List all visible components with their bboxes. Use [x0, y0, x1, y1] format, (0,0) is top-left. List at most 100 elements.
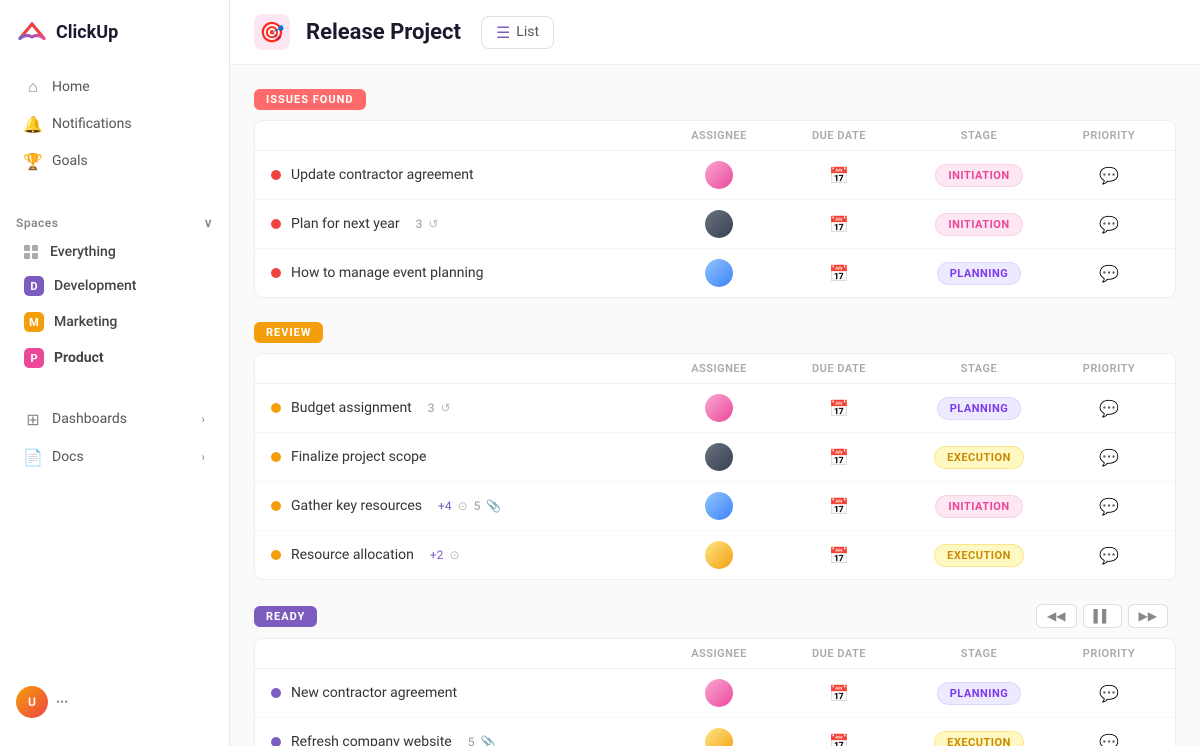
due-date-cell[interactable]: 📅 — [779, 399, 899, 418]
priority-cell[interactable]: 💬 — [1059, 215, 1159, 234]
due-date-cell[interactable]: 📅 — [779, 448, 899, 467]
priority-cell[interactable]: 💬 — [1059, 448, 1159, 467]
home-icon: ⌂ — [24, 78, 42, 96]
clickup-logo-icon — [16, 16, 48, 48]
sidebar-item-everything[interactable]: Everything — [8, 237, 221, 267]
col-due-1: DUE DATE — [779, 129, 899, 142]
assignee-cell — [659, 210, 779, 238]
due-date-cell[interactable]: 📅 — [779, 215, 899, 234]
due-date-cell[interactable]: 📅 — [779, 497, 899, 516]
sidebar-item-product[interactable]: P Product — [8, 341, 221, 375]
task-name[interactable]: How to manage event planning — [291, 265, 483, 281]
task-status-dot — [271, 737, 281, 746]
table-row: Update contractor agreement 📅 INITIATION… — [255, 151, 1175, 200]
nav-notifications-label: Notifications — [52, 116, 132, 132]
extra-count: +2 — [430, 548, 444, 562]
assignee-cell — [659, 161, 779, 189]
sidebar-item-marketing[interactable]: M Marketing — [8, 305, 221, 339]
task-name[interactable]: Finalize project scope — [291, 449, 426, 465]
spaces-header: Spaces ∨ — [0, 204, 229, 236]
ready-badge: READY — [254, 606, 317, 627]
task-status-dot — [271, 501, 281, 511]
task-name[interactable]: Update contractor agreement — [291, 167, 474, 183]
toolbar-btn-1[interactable]: ◀◀ — [1036, 604, 1076, 628]
col-name-spacer — [271, 362, 659, 375]
due-date-cell[interactable]: 📅 — [779, 684, 899, 703]
issues-col-headers: ASSIGNEE DUE DATE STAGE PRIORITY — [255, 121, 1175, 151]
task-name[interactable]: Refresh company website — [291, 734, 452, 746]
task-name[interactable]: Gather key resources — [291, 498, 422, 514]
avatar — [705, 492, 733, 520]
nav-notifications[interactable]: 🔔 Notifications — [8, 106, 221, 142]
user-avatar[interactable]: U — [16, 686, 48, 718]
task-status-dot — [271, 170, 281, 180]
due-date-cell[interactable]: 📅 — [779, 733, 899, 746]
review-badge: REVIEW — [254, 322, 323, 343]
assignee-cell — [659, 443, 779, 471]
col-assignee-1: ASSIGNEE — [659, 129, 779, 142]
section-ready-header: READY ◀◀ ▌▌ ▶▶ — [254, 604, 1176, 628]
stage-badge: EXECUTION — [934, 446, 1024, 469]
nav-home[interactable]: ⌂ Home — [8, 69, 221, 105]
section-ready: READY ◀◀ ▌▌ ▶▶ ASSIGNEE DUE DATE STAGE P… — [254, 604, 1176, 746]
task-name[interactable]: New contractor agreement — [291, 685, 457, 701]
stage-cell: EXECUTION — [899, 731, 1059, 746]
assignee-cell — [659, 492, 779, 520]
paperclip-icon: 📎 — [486, 499, 501, 513]
priority-cell[interactable]: 💬 — [1059, 497, 1159, 516]
view-selector[interactable]: ☰ List — [481, 16, 554, 49]
issues-badge: ISSUES FOUND — [254, 89, 366, 110]
stage-badge: PLANNING — [937, 397, 1022, 420]
sidebar-bottom: U ••• — [0, 674, 229, 730]
priority-cell[interactable]: 💬 — [1059, 166, 1159, 185]
avatar — [705, 394, 733, 422]
priority-cell[interactable]: 💬 — [1059, 684, 1159, 703]
table-row: Plan for next year 3 ↺ 📅 INITIATION 💬 — [255, 200, 1175, 249]
sidebar-item-development[interactable]: D Development — [8, 269, 221, 303]
priority-cell[interactable]: 💬 — [1059, 264, 1159, 283]
due-date-cell[interactable]: 📅 — [779, 166, 899, 185]
nav-goals[interactable]: 🏆 Goals — [8, 143, 221, 179]
due-date-cell[interactable]: 📅 — [779, 264, 899, 283]
task-status-dot — [271, 403, 281, 413]
main-nav: ⌂ Home 🔔 Notifications 🏆 Goals — [0, 68, 229, 180]
assignee-cell — [659, 541, 779, 569]
stage-badge: EXECUTION — [934, 544, 1024, 567]
attach-count: 5 — [468, 735, 475, 746]
sidebar-item-development-label: Development — [54, 278, 136, 294]
col-priority-3: PRIORITY — [1059, 647, 1159, 660]
col-stage-2: STAGE — [899, 362, 1059, 375]
col-name-spacer — [271, 647, 659, 660]
stage-badge: INITIATION — [935, 213, 1022, 236]
toolbar-btn-3[interactable]: ▶▶ — [1128, 604, 1168, 628]
toolbar-btn-2[interactable]: ▌▌ — [1083, 604, 1122, 628]
page-header: 🎯 Release Project ☰ List — [230, 0, 1200, 65]
avatar — [705, 541, 733, 569]
task-status-dot — [271, 268, 281, 278]
nav-docs[interactable]: 📄 Docs › — [8, 439, 221, 475]
issues-table: ASSIGNEE DUE DATE STAGE PRIORITY Update … — [254, 120, 1176, 298]
page-title: Release Project — [306, 20, 461, 45]
project-icon: 🎯 — [254, 14, 290, 50]
col-stage-1: STAGE — [899, 129, 1059, 142]
view-label: List — [516, 24, 539, 40]
col-assignee-3: ASSIGNEE — [659, 647, 779, 660]
nav-goals-label: Goals — [52, 153, 88, 169]
main-content: 🎯 Release Project ☰ List ISSUES FOUND AS… — [230, 0, 1200, 746]
col-priority-2: PRIORITY — [1059, 362, 1159, 375]
due-date-cell[interactable]: 📅 — [779, 546, 899, 565]
task-count: 3 — [428, 401, 435, 415]
task-status-dot — [271, 219, 281, 229]
section-review: REVIEW ASSIGNEE DUE DATE STAGE PRIORITY … — [254, 322, 1176, 580]
task-name[interactable]: Resource allocation — [291, 547, 414, 563]
spaces-chevron-icon[interactable]: ∨ — [204, 216, 213, 230]
ready-col-headers: ASSIGNEE DUE DATE STAGE PRIORITY — [255, 639, 1175, 669]
table-row: Gather key resources +4 ⊙ 5 📎 📅 INITI — [255, 482, 1175, 531]
nav-dashboards[interactable]: ⊞ Dashboards › — [8, 401, 221, 437]
priority-cell[interactable]: 💬 — [1059, 733, 1159, 746]
task-name[interactable]: Budget assignment — [291, 400, 412, 416]
assignee-cell — [659, 679, 779, 707]
task-name[interactable]: Plan for next year — [291, 216, 400, 232]
priority-cell[interactable]: 💬 — [1059, 399, 1159, 418]
priority-cell[interactable]: 💬 — [1059, 546, 1159, 565]
